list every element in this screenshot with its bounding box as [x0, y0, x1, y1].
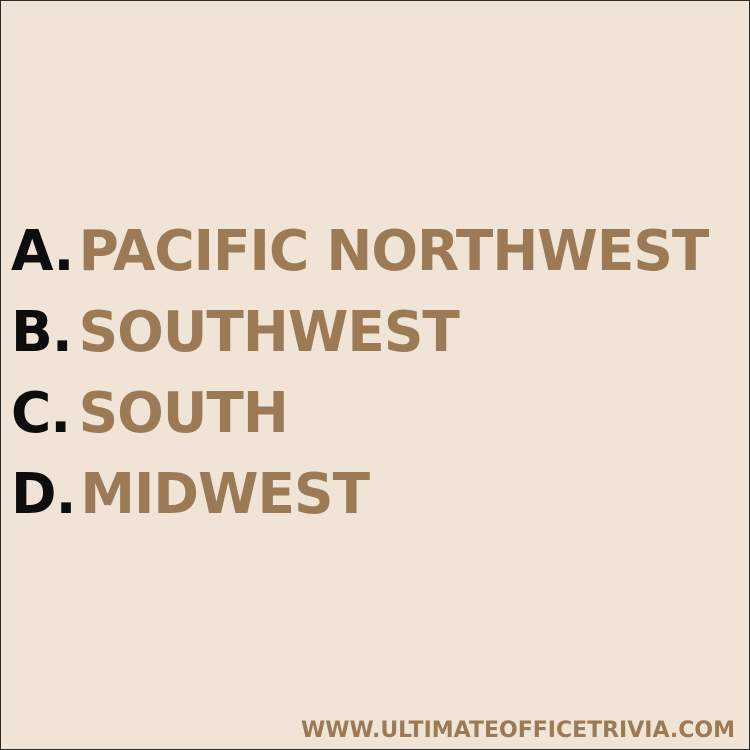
trivia-card: A. PACIFIC NORTHWEST B. SOUTHWEST C. SOU… [0, 0, 750, 750]
option-letter: A. [11, 219, 74, 284]
option-text: MIDWEST [80, 462, 370, 527]
option-text: PACIFIC NORTHWEST [78, 219, 710, 284]
answer-option-d: D. MIDWEST [11, 464, 708, 526]
option-letter: C. [11, 381, 71, 446]
option-text: SOUTH [78, 381, 289, 446]
option-letter: B. [11, 300, 73, 365]
option-text: SOUTHWEST [78, 300, 460, 365]
answer-options-list: A. PACIFIC NORTHWEST B. SOUTHWEST C. SOU… [11, 221, 723, 526]
option-letter: D. [11, 462, 76, 527]
website-url: WWW.ULTIMATEOFFICETRIVIA.COM [300, 718, 735, 743]
answer-option-c: C. SOUTH [11, 383, 708, 445]
answer-option-a: A. PACIFIC NORTHWEST [11, 219, 710, 284]
answer-option-b: B. SOUTHWEST [11, 302, 708, 364]
